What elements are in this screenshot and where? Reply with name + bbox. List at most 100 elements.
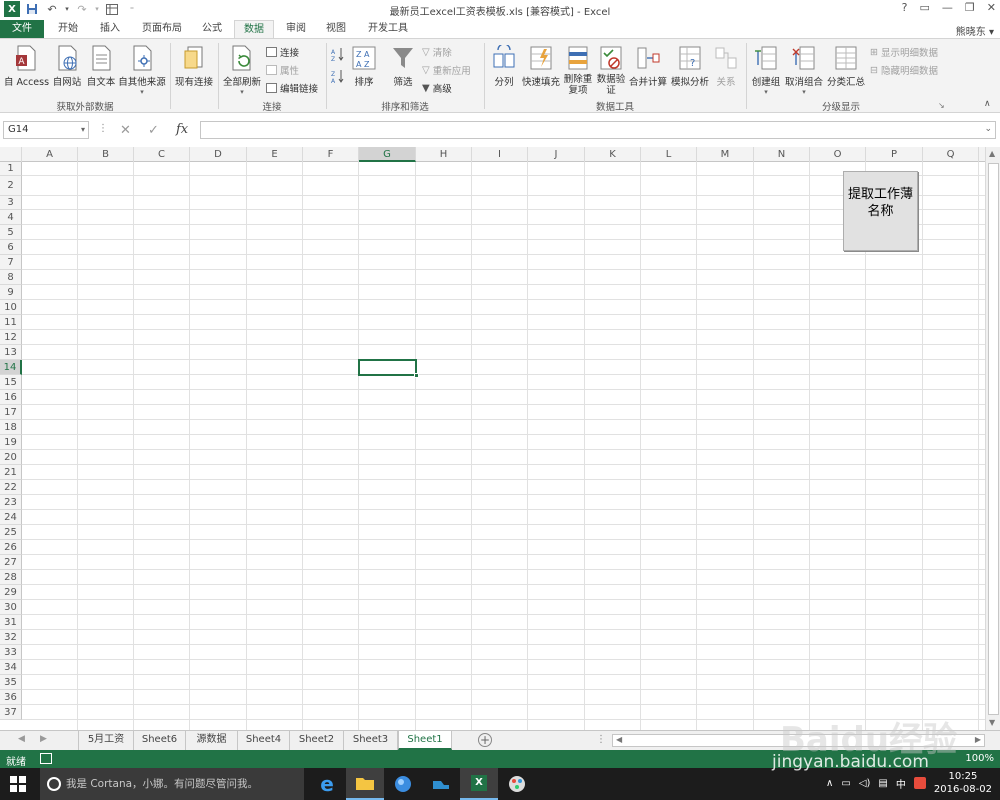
macro-record-icon[interactable] — [40, 753, 52, 764]
column-header-l[interactable]: L — [641, 147, 697, 162]
column-header-m[interactable]: M — [697, 147, 754, 162]
row-header-2[interactable]: 2 — [0, 176, 22, 196]
sogou-ime-icon[interactable] — [913, 777, 926, 789]
row-header-17[interactable]: 17 — [0, 405, 22, 420]
user-account[interactable]: 熊晓东 ▾ — [956, 23, 994, 38]
column-header-p[interactable]: P — [866, 147, 923, 162]
file-explorer-icon[interactable] — [346, 768, 384, 800]
tab-home[interactable]: 开始 — [50, 20, 86, 38]
insert-function-icon[interactable]: fx — [176, 122, 188, 137]
column-header-h[interactable]: H — [416, 147, 472, 162]
row-header-26[interactable]: 26 — [0, 540, 22, 555]
tab-developer[interactable]: 开发工具 — [360, 20, 416, 38]
sheet-tab-sheet1[interactable]: Sheet1 — [398, 731, 452, 750]
filter-button[interactable]: 筛选 — [388, 45, 418, 88]
row-header-24[interactable]: 24 — [0, 510, 22, 525]
column-header-q[interactable]: Q — [923, 147, 979, 162]
remove-duplicates-button[interactable]: 删除重复项 — [562, 45, 594, 96]
column-header-n[interactable]: N — [754, 147, 810, 162]
app-shoe-icon[interactable] — [422, 768, 460, 800]
column-header-b[interactable]: B — [78, 147, 134, 162]
sort-button[interactable]: Z AA Z 排序 — [350, 45, 378, 88]
consolidate-button[interactable]: 合并计算 — [628, 45, 668, 88]
row-header-9[interactable]: 9 — [0, 285, 22, 300]
tab-review[interactable]: 审阅 — [278, 20, 314, 38]
sheet-tab-source-data[interactable]: 源数据 — [186, 731, 238, 750]
row-header-11[interactable]: 11 — [0, 315, 22, 330]
next-sheet-icon[interactable]: ▶ — [40, 734, 47, 744]
browser-globe-icon[interactable] — [384, 768, 422, 800]
tab-page-layout[interactable]: 页面布局 — [134, 20, 190, 38]
cortana-search-box[interactable]: 我是 Cortana，小娜。有问题尽管问我。 — [40, 768, 304, 800]
tab-data[interactable]: 数据 — [234, 20, 274, 39]
from-text-button[interactable]: 自文本 — [84, 45, 118, 88]
ungroup-button[interactable]: 取消组合 ▾ — [784, 45, 824, 96]
sort-az-button[interactable]: AZ — [330, 47, 346, 64]
row-header-28[interactable]: 28 — [0, 570, 22, 585]
row-header-30[interactable]: 30 — [0, 600, 22, 615]
dialog-launcher-icon[interactable]: ↘ — [938, 101, 945, 110]
ime-indicator[interactable]: 中 — [896, 776, 906, 791]
show-hidden-icons-icon[interactable]: ∧ — [826, 778, 833, 789]
tab-file[interactable]: 文件 — [0, 20, 44, 38]
sort-za-button[interactable]: ZA — [330, 69, 346, 86]
relationships-button[interactable]: 关系 — [712, 45, 740, 88]
row-header-1[interactable]: 1 — [0, 162, 22, 176]
scroll-down-icon[interactable]: ▼ — [989, 718, 995, 727]
row-header-18[interactable]: 18 — [0, 420, 22, 435]
network-icon[interactable]: ▭ — [841, 778, 850, 789]
add-sheet-icon[interactable]: + — [478, 733, 492, 747]
column-header-i[interactable]: I — [472, 147, 528, 162]
prev-sheet-icon[interactable]: ◀ — [18, 734, 25, 744]
row-header-34[interactable]: 34 — [0, 660, 22, 675]
text-to-columns-button[interactable]: 分列 — [490, 45, 518, 88]
scroll-left-icon[interactable]: ◀ — [616, 735, 622, 744]
from-other-sources-button[interactable]: 自其他来源 ▾ — [118, 45, 166, 96]
data-validation-button[interactable]: 数据验证 — [596, 45, 626, 96]
column-header-j[interactable]: J — [528, 147, 585, 162]
advanced-filter-button[interactable]: ▼ 高级 — [422, 81, 452, 96]
tab-formulas[interactable]: 公式 — [194, 20, 230, 38]
row-header-13[interactable]: 13 — [0, 345, 22, 360]
subtotal-button[interactable]: 分类汇总 — [826, 45, 866, 88]
edit-links-button[interactable]: 编辑链接 — [266, 81, 318, 95]
help-button[interactable]: ? — [902, 1, 908, 14]
name-box-dropdown-icon[interactable]: ▾ — [81, 122, 85, 138]
row-header-33[interactable]: 33 — [0, 645, 22, 660]
vertical-scrollbar[interactable]: ▲ ▼ — [985, 147, 1000, 730]
row-header-5[interactable]: 5 — [0, 225, 22, 240]
properties-button[interactable]: 属性 — [266, 63, 299, 77]
row-header-7[interactable]: 7 — [0, 255, 22, 270]
expand-formula-bar-icon[interactable]: ⌄ — [984, 124, 992, 134]
row-header-16[interactable]: 16 — [0, 390, 22, 405]
row-header-12[interactable]: 12 — [0, 330, 22, 345]
select-all-corner[interactable] — [0, 147, 22, 162]
sheet-tab-5yue[interactable]: 5月工资 — [78, 731, 134, 750]
volume-icon[interactable]: ◁) — [859, 778, 871, 789]
show-detail-button[interactable]: ⊞ 显示明细数据 — [870, 45, 938, 60]
column-header-g[interactable]: G — [359, 147, 416, 162]
row-header-6[interactable]: 6 — [0, 240, 22, 255]
sheet-tab-sheet2[interactable]: Sheet2 — [290, 731, 344, 750]
row-header-25[interactable]: 25 — [0, 525, 22, 540]
row-header-36[interactable]: 36 — [0, 690, 22, 705]
from-web-button[interactable]: 自网站 — [50, 45, 84, 88]
column-header-k[interactable]: K — [585, 147, 641, 162]
row-header-37[interactable]: 37 — [0, 705, 22, 720]
connections-button[interactable]: 连接 — [266, 45, 299, 59]
row-header-15[interactable]: 15 — [0, 375, 22, 390]
row-header-22[interactable]: 22 — [0, 480, 22, 495]
row-header-31[interactable]: 31 — [0, 615, 22, 630]
tab-view[interactable]: 视图 — [318, 20, 354, 38]
name-box[interactable]: G14 ▾ — [3, 121, 89, 139]
hide-detail-button[interactable]: ⊟ 隐藏明细数据 — [870, 63, 938, 78]
row-header-23[interactable]: 23 — [0, 495, 22, 510]
column-header-e[interactable]: E — [247, 147, 303, 162]
ribbon-display-button[interactable]: ▭ — [920, 1, 930, 14]
column-header-c[interactable]: C — [134, 147, 190, 162]
restore-button[interactable]: ❐ — [965, 1, 975, 14]
worksheet-grid[interactable]: ABCDEFGHIJKLMNOPQ 1 2 3 4 5 6 7 8 9 10 11 12 13 14 15 1… — [0, 147, 985, 730]
notifications-icon[interactable]: ▤ — [878, 778, 887, 789]
clear-filter-button[interactable]: ▽ 清除 — [422, 45, 452, 60]
row-header-32[interactable]: 32 — [0, 630, 22, 645]
